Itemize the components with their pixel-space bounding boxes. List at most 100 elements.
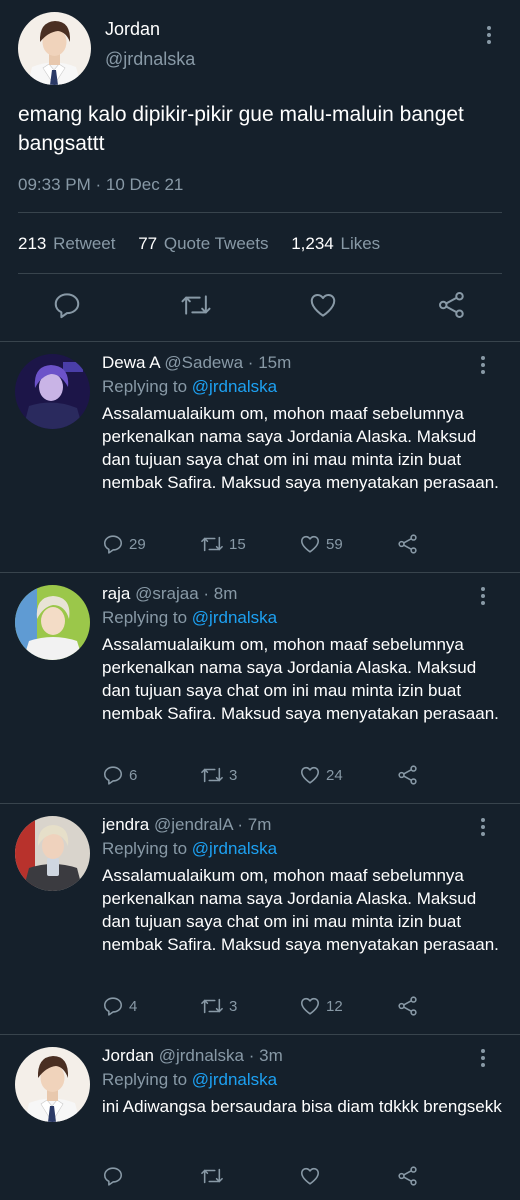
like-button[interactable]: 59 <box>299 533 343 555</box>
likes-label[interactable]: Likes <box>340 234 380 253</box>
retweet-icon <box>201 536 223 552</box>
author-handle[interactable]: @jrdnalska <box>105 49 195 70</box>
more-icon[interactable] <box>480 587 486 605</box>
replying-to-label: Replying to <box>102 1070 188 1089</box>
tweet-stats: 213 Retweet 77 Quote Tweets 1,234 Likes <box>18 234 398 254</box>
reply-count: 4 <box>129 997 138 1015</box>
replying-to-label: Replying to <box>102 608 188 627</box>
share-button[interactable] <box>397 533 419 555</box>
like-count: 12 <box>326 997 343 1015</box>
reply-author-name[interactable]: raja <box>102 584 130 603</box>
reply-icon <box>103 766 123 785</box>
share-icon <box>398 534 417 554</box>
like-button[interactable]: 12 <box>299 995 343 1017</box>
avatar-dewa[interactable] <box>15 354 90 429</box>
reply-actions <box>102 1165 502 1189</box>
reply-button[interactable]: 6 <box>102 764 137 786</box>
like-count: 24 <box>326 766 343 784</box>
reply-author-name[interactable]: Jordan <box>102 1046 154 1065</box>
replying-to-label: Replying to <box>102 839 188 858</box>
replying-to-mention[interactable]: @jrdnalska <box>192 608 277 627</box>
replying-to-mention[interactable]: @jrdnalska <box>192 839 277 858</box>
retweet-count: 3 <box>229 766 238 784</box>
reply-text: ini Adiwangsa bersaudara bisa diam tdkkk… <box>102 1097 502 1116</box>
avatar-jordan[interactable] <box>18 12 91 85</box>
reply-actions: 29 15 59 <box>102 533 502 557</box>
share-icon <box>398 765 417 785</box>
more-icon[interactable] <box>480 818 486 836</box>
divider <box>18 212 502 213</box>
reply-button[interactable]: 4 <box>102 995 137 1017</box>
reply-text: Assalamualaikum om, mohon maaf sebelumny… <box>102 866 499 954</box>
retweet-button[interactable]: 3 <box>200 764 237 786</box>
like-button[interactable]: 24 <box>299 764 343 786</box>
retweets-label[interactable]: Retweet <box>53 234 115 253</box>
retweet-button[interactable]: 3 <box>200 995 237 1017</box>
reply-icon[interactable] <box>52 290 82 320</box>
replying-to: Replying to @jrdnalska <box>102 839 277 859</box>
more-icon[interactable] <box>486 26 492 44</box>
reply-tweet[interactable]: Jordan @jrdnalska · 3m Replying to @jrdn… <box>0 1035 520 1200</box>
likes-count[interactable]: 1,234 <box>291 234 334 253</box>
reply-icon <box>103 997 123 1016</box>
like-icon <box>300 997 320 1015</box>
share-icon[interactable] <box>437 290 467 320</box>
like-icon <box>300 1167 320 1185</box>
share-button[interactable] <box>397 764 419 786</box>
reply-button[interactable] <box>102 1165 124 1187</box>
reply-icon <box>103 535 123 554</box>
retweet-button[interactable]: 15 <box>200 533 246 555</box>
like-icon <box>300 535 320 553</box>
replying-to: Replying to @jrdnalska <box>102 377 277 397</box>
author-name[interactable]: Jordan <box>105 19 160 40</box>
replying-to: Replying to @jrdnalska <box>102 1070 277 1090</box>
reply-header: jendra @jendralA · 7m <box>102 815 271 835</box>
reply-author-name[interactable]: Dewa A <box>102 353 160 372</box>
reply-author-handle[interactable]: @jrdnalska · 3m <box>159 1046 283 1065</box>
share-icon <box>398 1166 417 1186</box>
avatar-raja[interactable] <box>15 585 90 660</box>
retweet-count: 15 <box>229 535 246 553</box>
quotes-count[interactable]: 77 <box>138 234 157 253</box>
retweet-count: 3 <box>229 997 238 1015</box>
reply-icon <box>103 1167 123 1186</box>
retweets-count[interactable]: 213 <box>18 234 46 253</box>
like-icon[interactable] <box>308 290 338 320</box>
share-button[interactable] <box>397 1165 419 1187</box>
tweet-timestamp[interactable]: 09:33 PM · 10 Dec 21 <box>18 175 183 195</box>
reply-actions: 4 3 12 <box>102 995 502 1019</box>
reply-author-name[interactable]: jendra <box>102 815 149 834</box>
reply-tweet[interactable]: jendra @jendralA · 7m Replying to @jrdna… <box>0 804 520 1035</box>
like-icon <box>300 766 320 784</box>
like-button[interactable] <box>299 1165 321 1187</box>
divider <box>18 273 502 274</box>
tweet-text: emang kalo dipikir-pikir gue malu-maluin… <box>18 103 464 155</box>
reply-author-handle[interactable]: @srajaa · 8m <box>135 584 237 603</box>
reply-count: 29 <box>129 535 146 553</box>
share-icon <box>398 996 417 1016</box>
retweet-icon[interactable] <box>180 290 212 320</box>
tweet-actions <box>0 290 520 326</box>
reply-text: Assalamualaikum om, mohon maaf sebelumny… <box>102 635 499 723</box>
retweet-button[interactable] <box>200 1165 224 1187</box>
reply-author-handle[interactable]: @Sadewa · 15m <box>164 353 291 372</box>
reply-button[interactable]: 29 <box>102 533 146 555</box>
avatar-jordan[interactable] <box>15 1047 90 1122</box>
reply-actions: 6 3 24 <box>102 764 502 788</box>
reply-header: Dewa A @Sadewa · 15m <box>102 353 291 373</box>
main-tweet: Jordan @jrdnalska emang kalo dipikir-pik… <box>0 0 520 342</box>
reply-header: Jordan @jrdnalska · 3m <box>102 1046 283 1066</box>
retweet-icon <box>201 998 223 1014</box>
retweet-icon <box>201 767 223 783</box>
more-icon[interactable] <box>480 356 486 374</box>
reply-tweet[interactable]: Dewa A @Sadewa · 15m Replying to @jrdnal… <box>0 342 520 573</box>
reply-tweet[interactable]: raja @srajaa · 8m Replying to @jrdnalska… <box>0 573 520 804</box>
replying-to-mention[interactable]: @jrdnalska <box>192 377 277 396</box>
share-button[interactable] <box>397 995 419 1017</box>
replying-to-mention[interactable]: @jrdnalska <box>192 1070 277 1089</box>
more-icon[interactable] <box>480 1049 486 1067</box>
reply-author-handle[interactable]: @jendralA · 7m <box>154 815 271 834</box>
avatar-jendra[interactable] <box>15 816 90 891</box>
like-count: 59 <box>326 535 343 553</box>
quotes-label[interactable]: Quote Tweets <box>164 234 269 253</box>
